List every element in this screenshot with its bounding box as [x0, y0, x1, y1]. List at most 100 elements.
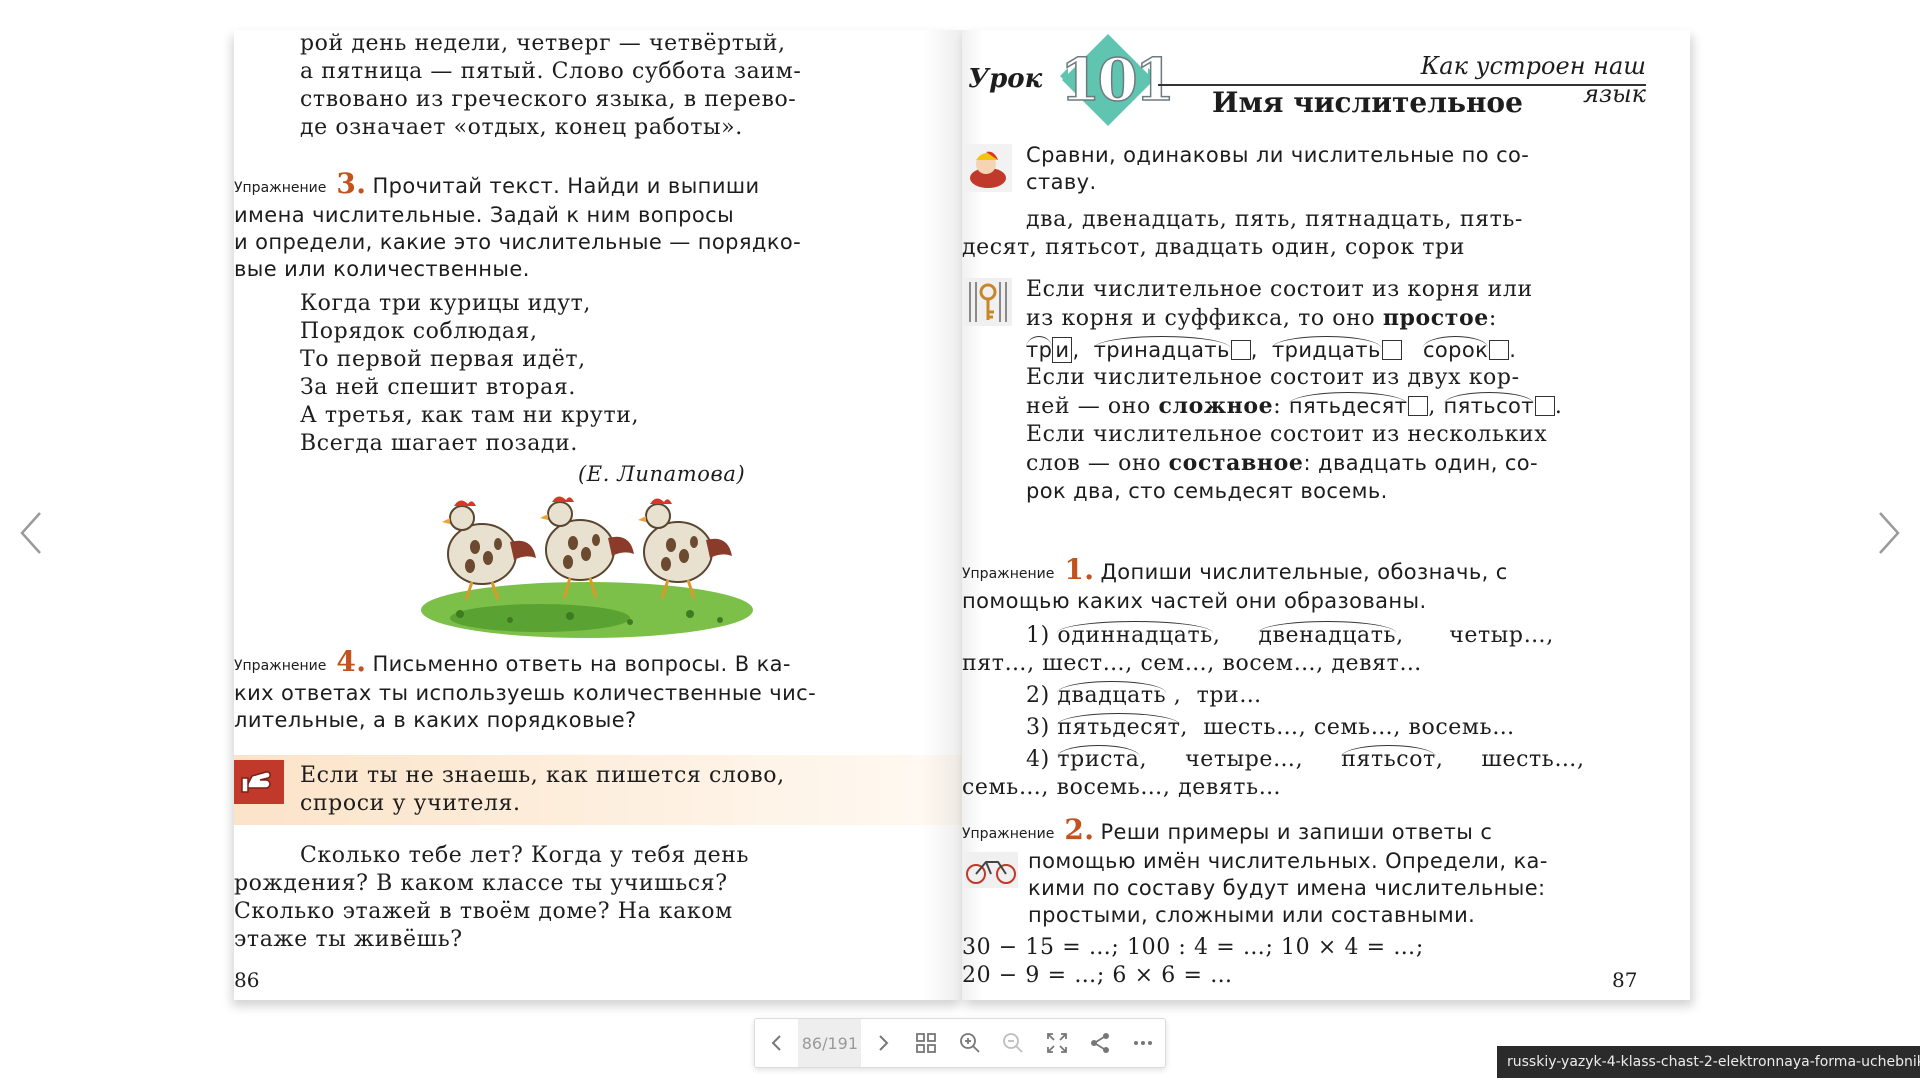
left-page: рой день недели, четверг — четвёртый, а …	[234, 30, 962, 1000]
empty-ending-box	[1408, 396, 1429, 416]
colon: :	[1488, 306, 1497, 331]
tip-text: Если ты не знаешь, как пишется слово, сп…	[300, 762, 950, 818]
key-rule-icon	[964, 278, 1012, 326]
questions-paragraph: Сколько тебе лет? Когда у тебя день рожд…	[234, 842, 962, 954]
zoom-in-icon	[959, 1033, 980, 1053]
exercise-text: ких ответах ты используешь количественны…	[234, 681, 817, 705]
share-button[interactable]	[1078, 1019, 1121, 1067]
rule-line: Если числительное состоит из двух кор-	[1026, 365, 1520, 390]
question-line: этаже ты живёшь?	[234, 927, 463, 952]
more-options-button[interactable]	[1122, 1019, 1165, 1067]
exercise-text: имена числительные. Задай к ним вопросы	[234, 203, 735, 227]
thumbnails-button[interactable]	[905, 1019, 948, 1067]
exercise-text: Допиши числительные, обозначь, с	[1100, 560, 1508, 584]
item-continuation: пят…, шест…, сем…, восем…, девят…	[962, 651, 1422, 676]
item-number: 2)	[1026, 683, 1050, 708]
item-word: пятьдесят	[1057, 713, 1181, 740]
item-number: 3)	[1026, 715, 1050, 740]
think-character-icon	[964, 144, 1012, 192]
share-icon	[1090, 1033, 1109, 1053]
item-word: одиннадцать	[1057, 621, 1213, 648]
file-name-label: russkiy-yazyk-4-klass-chast-2-elektronna…	[1497, 1046, 1920, 1078]
exercise-label: Упражнение	[234, 658, 327, 674]
pointing-hand-icon	[234, 760, 284, 804]
text-line: рой день недели, четверг — четвёртый,	[300, 31, 786, 56]
item-word: четыр…,	[1449, 623, 1554, 648]
exercise-text: Прочитай текст. Найди и выпиши	[372, 174, 760, 198]
exercise-text: вые или количественные.	[234, 257, 530, 281]
question-line: Сколько тебе лет? Когда у тебя день	[300, 843, 750, 868]
example-word: пятьдесят	[1288, 392, 1408, 418]
exercise-number: 4.	[336, 645, 367, 678]
exercise-text: помощью имён числительных. Определи, ка-	[1028, 849, 1548, 873]
poem-line: За ней спешит вторая.	[300, 375, 576, 400]
lesson-number-badge: 101	[1059, 32, 1176, 128]
numerals-line: два, двенадцать, пять, пятнадцать, пять-	[1026, 207, 1523, 232]
example-suffix: и	[1052, 337, 1073, 363]
empty-ending-box	[1381, 340, 1402, 360]
example-word: тринадцать	[1093, 336, 1230, 362]
exercise-text: помощью каких частей они образованы.	[962, 589, 1427, 613]
term-compound: составное	[1168, 450, 1304, 476]
exercise-1-items: 1) одиннадцать, двенадцать, четыр…, пят……	[962, 621, 1646, 802]
item-number: 1)	[1026, 623, 1050, 648]
compare-task: Сравни, одинаковы ли числительные по со-…	[1026, 142, 1646, 196]
item-word: двадцать	[1057, 681, 1167, 708]
poem: Когда три курицы идут, Порядок соблюдая,…	[300, 290, 900, 458]
numerals-line: десят, пятьсот, двадцать один, сорок три	[962, 235, 1465, 260]
item-word: пятьсот	[1341, 745, 1436, 772]
zoom-in-button[interactable]	[948, 1019, 991, 1067]
fullscreen-icon	[1046, 1033, 1067, 1053]
exercise-number: 2.	[1064, 813, 1095, 846]
exercise-label: Упражнение	[234, 180, 327, 196]
lesson-word: Урок	[968, 64, 1043, 94]
exercise-text: Письменно ответь на вопросы. В ка-	[372, 652, 791, 676]
zoom-out-button[interactable]	[992, 1019, 1035, 1067]
exercise-3: Упражнение 3. Прочитай текст. Найди и выпи…	[234, 170, 962, 283]
example-root: тр	[1026, 336, 1053, 362]
page-number: 86	[234, 968, 260, 992]
exercise-text: лительные, а в каких порядковые?	[234, 708, 637, 732]
exercise-1: Упражнение 1. Допиши числительные, обознач…	[962, 556, 1646, 615]
text-line: де означает «отдых, конец работы».	[300, 115, 743, 140]
exercise-text: Реши примеры и запиши ответы с	[1100, 820, 1493, 844]
rule-line: ней — оно	[1026, 394, 1151, 419]
rule-line: Если числительное состоит из нескольких	[1026, 422, 1548, 447]
rule-line: Если числительное состоит из корня или	[1026, 277, 1533, 302]
task-line: Сравни, одинаковы ли числительные по со-	[1026, 143, 1530, 167]
fullscreen-button[interactable]	[1035, 1019, 1078, 1067]
rule-line: рок два, сто семьдесят восемь.	[1026, 479, 1388, 503]
next-page-button[interactable]	[861, 1019, 904, 1067]
exercise-4: Упражнение 4. Письменно ответь на вопросы.…	[234, 648, 962, 734]
item-word: три…	[1196, 683, 1262, 708]
page-indicator[interactable]: 86/191	[798, 1019, 862, 1067]
poem-line: То первой первая идёт,	[300, 347, 586, 372]
empty-ending-box	[1230, 340, 1251, 360]
empty-ending-box	[1534, 396, 1555, 416]
example-word: пятьсот	[1443, 392, 1534, 418]
bicycle-icon	[964, 852, 1018, 888]
math-line: 30 − 15 = …; 100 : 4 = …; 10 × 4 = …;	[962, 935, 1424, 960]
poem-line: Когда три курицы идут,	[300, 291, 591, 316]
poem-line: Порядок соблюдая,	[300, 319, 538, 344]
item-word: четыре…,	[1185, 747, 1304, 772]
numeral-rule: Если числительное состоит из корня или и…	[1026, 276, 1646, 505]
example-word: тридцать	[1272, 336, 1381, 362]
more-dots-icon	[1134, 1041, 1153, 1045]
exercise-label: Упражнение	[962, 566, 1055, 582]
intro-paragraph: рой день недели, четверг — четвёртый, а …	[300, 30, 952, 142]
task-line: ставу.	[1026, 170, 1097, 194]
question-line: Сколько этажей в твоём доме? На каком	[234, 899, 733, 924]
previous-page-arrow-icon[interactable]	[12, 505, 52, 561]
item-continuation: семь…, восемь…, девять…	[962, 775, 1282, 800]
rule-line: слов — оно	[1026, 451, 1162, 476]
item-word: шесть…, семь…, восемь…	[1203, 715, 1515, 740]
previous-page-button[interactable]	[755, 1019, 798, 1067]
next-page-arrow-icon[interactable]	[1868, 505, 1908, 561]
chevron-left-icon	[771, 1035, 781, 1051]
book-spread: рой день недели, четверг — четвёртый, а …	[234, 30, 1690, 1000]
rule-line: из корня и суффикса, то оно	[1026, 306, 1376, 331]
three-hens-illustration	[420, 492, 754, 642]
rule-line: : двадцать один, со-	[1303, 451, 1539, 475]
term-simple: простое	[1382, 305, 1489, 331]
